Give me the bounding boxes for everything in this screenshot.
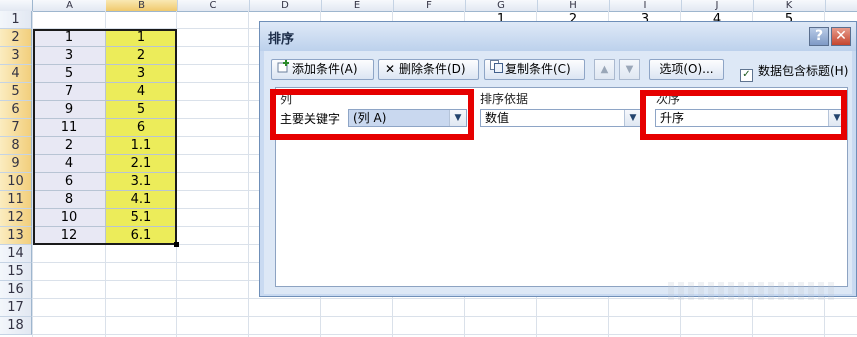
column-header-k[interactable]: K bbox=[753, 0, 826, 11]
column-header-label: 列 bbox=[280, 92, 293, 106]
grid-line-h bbox=[33, 316, 857, 317]
chevron-down-icon[interactable]: ▼ bbox=[624, 110, 641, 126]
order-value: 升序 bbox=[660, 111, 685, 125]
sort-on-header-label: 排序依据 bbox=[480, 92, 529, 106]
sort-on-value: 数值 bbox=[485, 111, 510, 125]
add-condition-label: 添加条件(A) bbox=[292, 62, 358, 76]
row-header[interactable]: 2 bbox=[0, 29, 32, 47]
column-header-e[interactable]: E bbox=[321, 0, 394, 11]
cell-b[interactable]: 4 bbox=[106, 83, 177, 101]
cell-b[interactable]: 3.1 bbox=[106, 173, 177, 191]
column-header-d[interactable]: D bbox=[249, 0, 322, 11]
dialog-titlebar[interactable]: 排序 ? ✕ bbox=[260, 22, 856, 51]
column-header-i[interactable]: I bbox=[609, 0, 682, 11]
cell-a[interactable]: 3 bbox=[33, 47, 106, 65]
add-condition-icon bbox=[276, 60, 290, 79]
primary-key-label: 主要关键字 bbox=[280, 112, 341, 126]
row-header[interactable]: 1 bbox=[0, 11, 32, 29]
header-checkbox[interactable]: ✓ bbox=[740, 69, 753, 82]
cell-b[interactable]: 2.1 bbox=[106, 155, 177, 173]
row-header[interactable]: 6 bbox=[0, 101, 32, 119]
column-header-j[interactable]: J bbox=[681, 0, 754, 11]
column-select-value: (列 A) bbox=[353, 111, 387, 125]
row-header[interactable]: 8 bbox=[0, 137, 32, 155]
grid-line-h bbox=[33, 334, 857, 335]
row-header[interactable]: 5 bbox=[0, 83, 32, 101]
header-checkbox-label: 数据包含标题(H) bbox=[758, 64, 849, 78]
cell-b[interactable]: 2 bbox=[106, 47, 177, 65]
row-header[interactable]: 4 bbox=[0, 65, 32, 83]
cell-b[interactable]: 5 bbox=[106, 101, 177, 119]
dialog-client-area: 添加条件(A) ✕ 删除条件(D) 复制条件(C) ▲ ▼ 选项(O)... ✓ 数… bbox=[264, 51, 852, 294]
up-arrow-icon: ▲ bbox=[600, 64, 609, 75]
sort-dialog: 排序 ? ✕ 添加条件(A) ✕ 删除条件(D) 复制条件(C) ▲ ▼ 选项(O… bbox=[259, 21, 857, 297]
row-header[interactable]: 12 bbox=[0, 209, 32, 227]
help-button[interactable]: ? bbox=[809, 27, 829, 46]
cell-a[interactable]: 10 bbox=[33, 209, 106, 227]
chevron-down-icon[interactable]: ▼ bbox=[828, 110, 845, 126]
cell-b[interactable]: 1.1 bbox=[106, 137, 177, 155]
move-down-button[interactable]: ▼ bbox=[619, 59, 640, 80]
add-condition-button[interactable]: 添加条件(A) bbox=[271, 59, 374, 80]
copy-condition-button[interactable]: 复制条件(C) bbox=[484, 59, 585, 80]
cell-b[interactable]: 5.1 bbox=[106, 209, 177, 227]
options-button[interactable]: 选项(O)... bbox=[649, 59, 724, 80]
row-header[interactable]: 13 bbox=[0, 227, 32, 245]
column-header-a[interactable]: A bbox=[33, 0, 107, 11]
row-header[interactable]: 14 bbox=[0, 245, 32, 263]
cell-a[interactable]: 7 bbox=[33, 83, 106, 101]
row-header[interactable]: 17 bbox=[0, 299, 32, 317]
delete-x-icon: ✕ bbox=[384, 62, 396, 76]
delete-condition-button[interactable]: ✕ 删除条件(D) bbox=[378, 59, 479, 80]
select-all-corner[interactable] bbox=[0, 0, 33, 11]
row-header[interactable]: 10 bbox=[0, 173, 32, 191]
cell-b[interactable]: 6 bbox=[106, 119, 177, 137]
cell-a[interactable]: 6 bbox=[33, 173, 106, 191]
row-header[interactable]: 11 bbox=[0, 191, 32, 209]
delete-condition-label: 删除条件(D) bbox=[399, 62, 466, 76]
down-arrow-icon: ▼ bbox=[625, 64, 634, 75]
close-button[interactable]: ✕ bbox=[831, 27, 851, 46]
cell-b[interactable]: 1 bbox=[106, 29, 177, 47]
dialog-title: 排序 bbox=[268, 32, 295, 47]
order-header-label: 次序 bbox=[656, 92, 681, 106]
cell-b[interactable]: 3 bbox=[106, 65, 177, 83]
cell-a[interactable]: 1 bbox=[33, 29, 106, 47]
grid-line-v bbox=[248, 11, 249, 337]
sort-levels-list: 列 排序依据 次序 主要关键字 (列 A) ▼ 数值 ▼ 升序 ▼ bbox=[275, 87, 848, 287]
column-select[interactable]: (列 A) ▼ bbox=[348, 109, 467, 127]
row-header[interactable]: 9 bbox=[0, 155, 32, 173]
header-checkbox-wrap[interactable]: ✓ 数据包含标题(H) bbox=[740, 62, 848, 82]
cell-a[interactable]: 5 bbox=[33, 65, 106, 83]
cell-a[interactable]: 4 bbox=[33, 155, 106, 173]
column-header-c[interactable]: C bbox=[177, 0, 250, 11]
watermark bbox=[668, 282, 838, 300]
cell-a[interactable]: 8 bbox=[33, 191, 106, 209]
cell-a[interactable]: 9 bbox=[33, 101, 106, 119]
cell-a[interactable]: 11 bbox=[33, 119, 106, 137]
column-header-g[interactable]: G bbox=[465, 0, 538, 11]
column-header-h[interactable]: H bbox=[537, 0, 610, 11]
fill-handle[interactable] bbox=[174, 242, 179, 247]
column-header-f[interactable]: F bbox=[393, 0, 466, 11]
order-select[interactable]: 升序 ▼ bbox=[655, 109, 846, 127]
row-header[interactable]: 3 bbox=[0, 47, 32, 65]
cell-b[interactable]: 4.1 bbox=[106, 191, 177, 209]
row-header[interactable]: 15 bbox=[0, 263, 32, 281]
row-header[interactable]: 16 bbox=[0, 281, 32, 299]
copy-icon bbox=[489, 60, 503, 79]
row-header[interactable]: 7 bbox=[0, 119, 32, 137]
cell-a[interactable]: 12 bbox=[33, 227, 106, 245]
cell-b[interactable]: 6.1 bbox=[106, 227, 177, 245]
chevron-down-icon[interactable]: ▼ bbox=[449, 110, 466, 126]
copy-condition-label: 复制条件(C) bbox=[505, 62, 571, 76]
sort-level-row[interactable]: 主要关键字 (列 A) ▼ 数值 ▼ 升序 ▼ bbox=[276, 106, 847, 128]
cell-a[interactable]: 2 bbox=[33, 137, 106, 155]
row-header[interactable]: 18 bbox=[0, 317, 32, 335]
move-up-button[interactable]: ▲ bbox=[594, 59, 615, 80]
sort-on-select[interactable]: 数值 ▼ bbox=[480, 109, 642, 127]
column-header-b[interactable]: B bbox=[106, 0, 178, 11]
